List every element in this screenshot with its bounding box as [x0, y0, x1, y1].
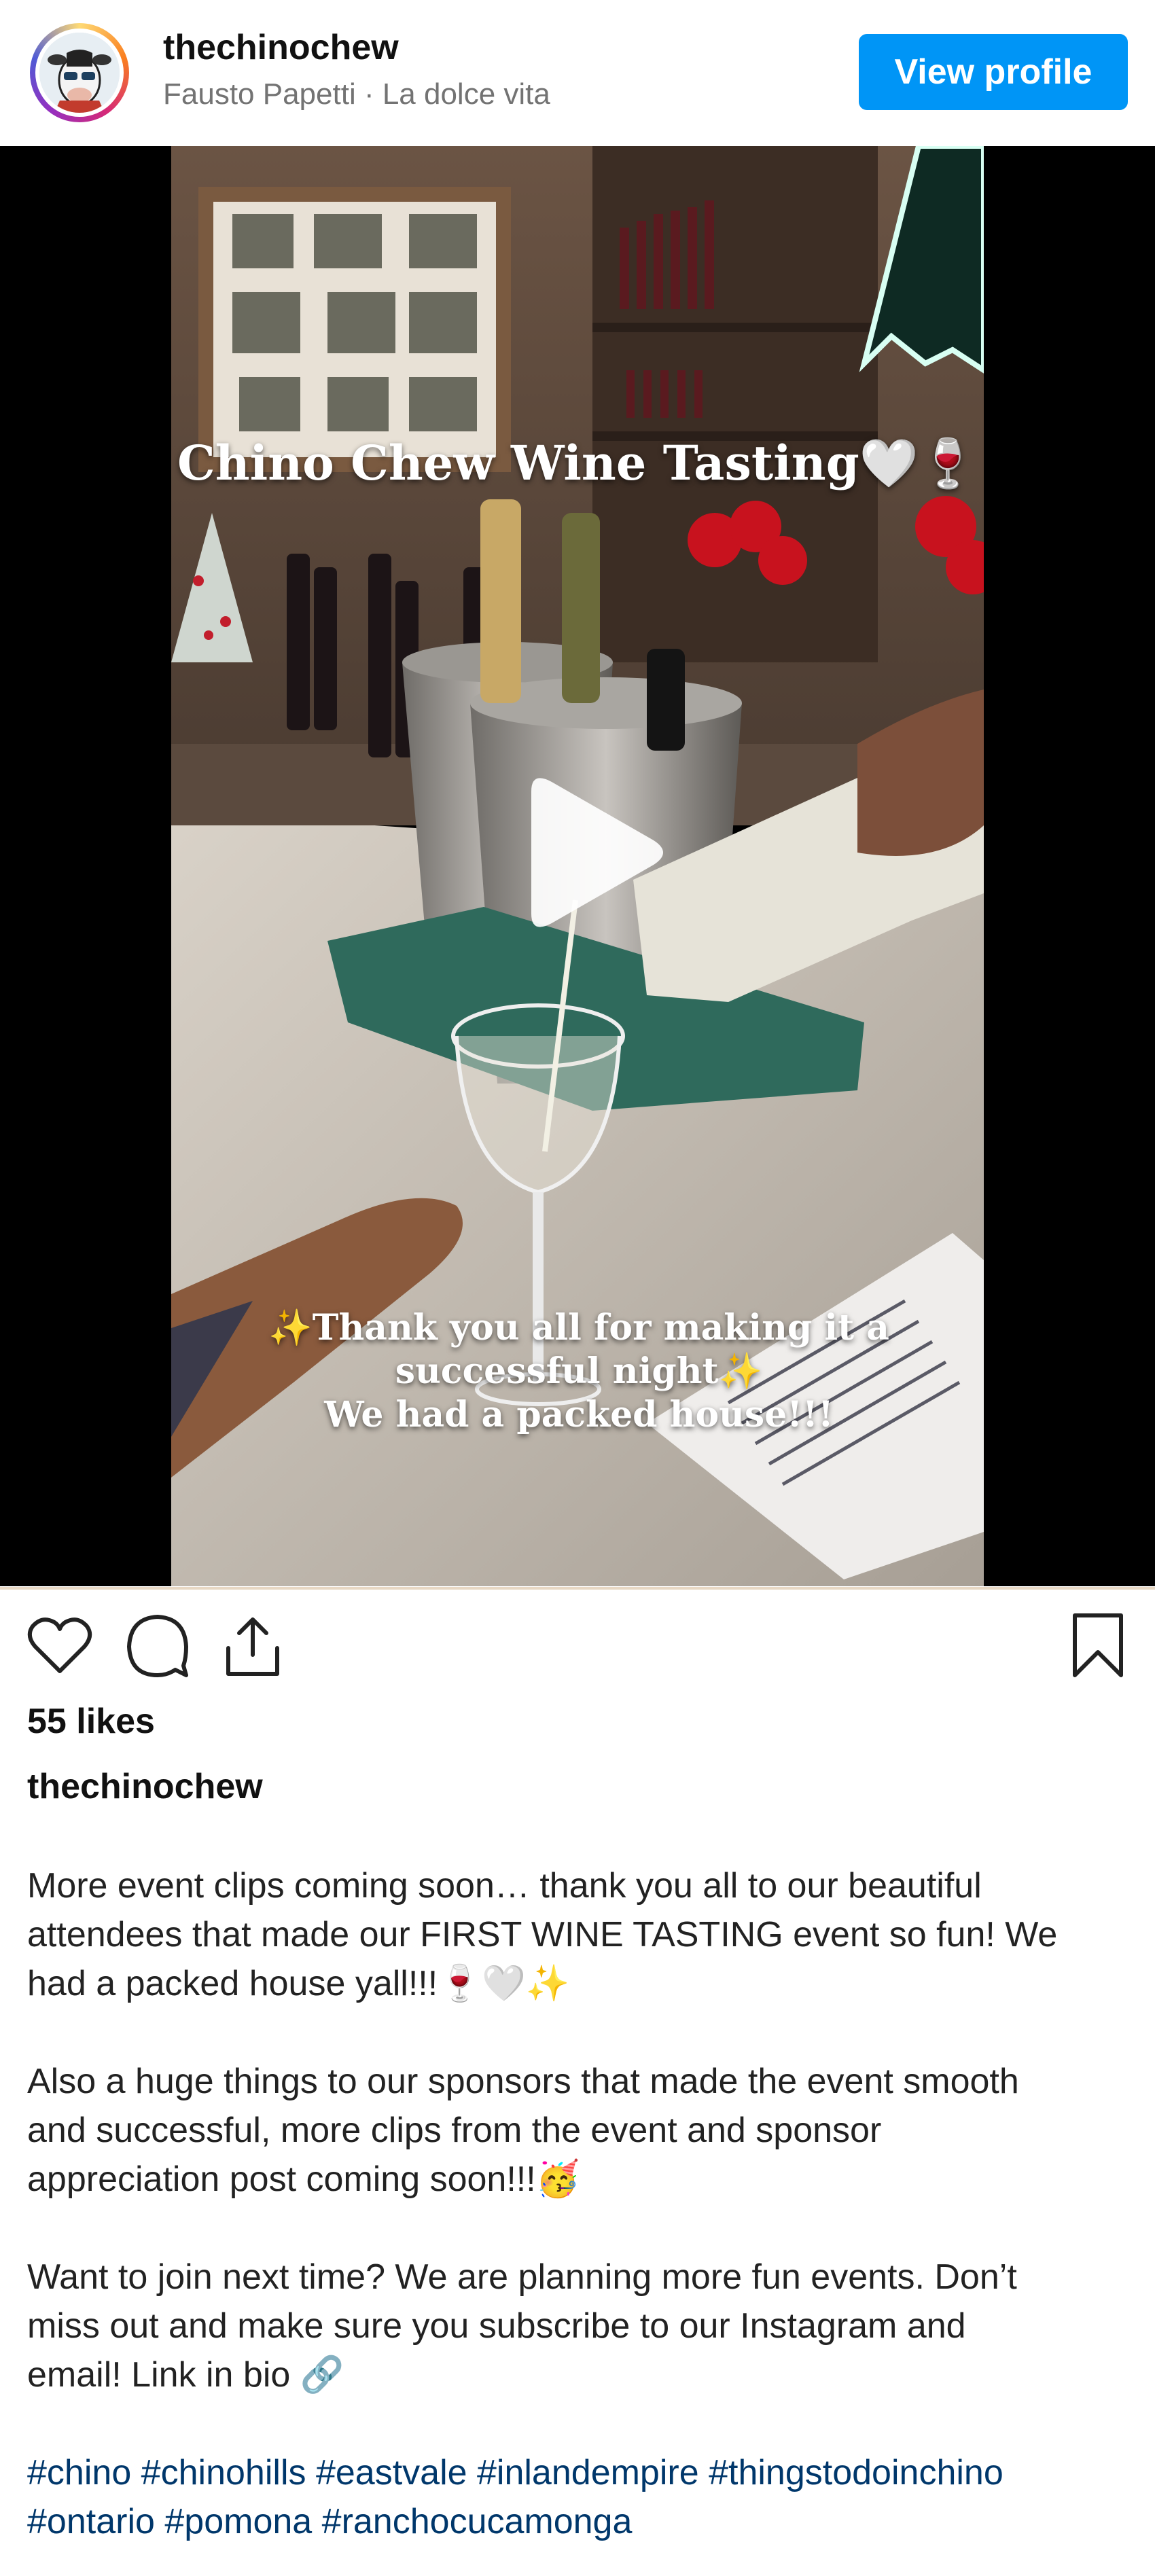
- post-header: thechinochew Fausto Papetti · La dolce v…: [0, 0, 1155, 146]
- view-profile-button[interactable]: View profile: [859, 34, 1128, 110]
- cow-avatar-image: [39, 33, 120, 113]
- audio-track-label[interactable]: Fausto Papetti · La dolce vita: [163, 77, 550, 111]
- heart-icon[interactable]: [26, 1611, 94, 1679]
- avatar[interactable]: [30, 23, 129, 122]
- media-divider: [0, 1587, 1155, 1590]
- hashtag-line[interactable]: #chino #chinohills #eastvale #inlandempi…: [27, 2448, 1128, 2497]
- play-icon[interactable]: [504, 764, 681, 941]
- comment-icon[interactable]: [124, 1611, 192, 1679]
- caption-paragraph-3: Want to join next time? We are planning …: [27, 2257, 1017, 2395]
- bookmark-icon[interactable]: [1064, 1611, 1132, 1679]
- caption-paragraph-2: Also a huge things to our sponsors that …: [27, 2062, 1019, 2199]
- share-icon[interactable]: [219, 1611, 287, 1679]
- caption-author[interactable]: thechinochew: [27, 1766, 263, 1807]
- video-frame[interactable]: Chino Chew Wine Tasting🤍🍷 ✨Thank you all…: [171, 146, 984, 1586]
- hashtag-line[interactable]: #ontario #pomona #ranchocucamonga: [27, 2497, 1128, 2546]
- video-overlay-caption: ✨Thank you all for making it a successfu…: [268, 1307, 889, 1435]
- post-video[interactable]: Chino Chew Wine Tasting🤍🍷 ✨Thank you all…: [0, 146, 1155, 1586]
- video-overlay-title: Chino Chew Wine Tasting🤍🍷: [177, 435, 978, 491]
- hashtags[interactable]: #chino #chinohills #eastvale #inlandempi…: [27, 2448, 1128, 2546]
- caption-paragraph-1: More event clips coming soon… thank you …: [27, 1866, 1058, 2003]
- likes-count[interactable]: 55 likes: [27, 1701, 155, 1742]
- username[interactable]: thechinochew: [163, 27, 399, 68]
